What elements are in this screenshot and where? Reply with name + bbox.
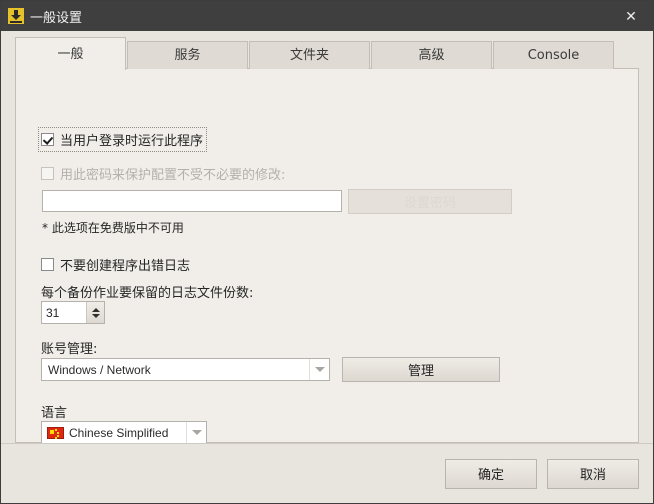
- run-at-logon-label[interactable]: 当用户登录时运行此程序: [60, 130, 203, 149]
- chevron-down-icon[interactable]: [309, 359, 329, 380]
- account-management-select[interactable]: Windows / Network: [41, 358, 330, 381]
- free-version-note: * 此选项在免费版中不可用: [42, 221, 184, 235]
- tab-panel-general: 当用户登录时运行此程序 用此密码来保护配置不受不必要的修改: 设置密码 * 此选…: [15, 68, 639, 444]
- no-error-log-checkbox[interactable]: [41, 258, 54, 271]
- stepper-up-icon[interactable]: [91, 307, 100, 312]
- no-error-log-row: 不要创建程序出错日志: [41, 255, 190, 274]
- app-download-icon: [8, 8, 24, 24]
- stepper-down-icon[interactable]: [91, 313, 100, 318]
- no-error-log-label[interactable]: 不要创建程序出错日志: [60, 255, 190, 274]
- tab-services[interactable]: 服务: [127, 41, 248, 69]
- tab-console[interactable]: Console: [493, 41, 614, 69]
- china-flag-icon: [47, 426, 64, 439]
- language-chevron-down-icon[interactable]: [186, 422, 206, 443]
- stepper-buttons[interactable]: [86, 302, 104, 323]
- log-files-kept-input[interactable]: [42, 302, 86, 323]
- protect-password-row: 用此密码来保护配置不受不必要的修改:: [41, 164, 285, 183]
- tab-folders[interactable]: 文件夹: [249, 41, 370, 69]
- language-select[interactable]: Chinese Simplified: [41, 421, 207, 444]
- settings-dialog-window: 一般设置 ✕ 一般 服务 文件夹 高级 Console 当用户登录时运行此程序: [0, 0, 654, 504]
- password-input[interactable]: [42, 190, 342, 212]
- language-label: 语言: [41, 406, 68, 421]
- close-icon[interactable]: ✕: [609, 1, 653, 31]
- set-password-button: 设置密码: [348, 189, 512, 214]
- run-at-logon-checkbox[interactable]: [41, 133, 54, 146]
- tab-general[interactable]: 一般: [15, 37, 126, 70]
- log-files-kept-stepper[interactable]: [41, 301, 105, 324]
- cancel-button[interactable]: 取消: [547, 458, 639, 489]
- tab-advanced[interactable]: 高级: [371, 41, 492, 69]
- protect-password-checkbox: [41, 167, 54, 180]
- window-title: 一般设置: [30, 10, 83, 26]
- log-files-kept-label: 每个备份作业要保留的日志文件份数:: [41, 286, 254, 301]
- dialog-body: 一般 服务 文件夹 高级 Console 当用户登录时运行此程序 用此密码来保护…: [1, 31, 653, 503]
- run-at-logon-focus-ring: 当用户登录时运行此程序: [38, 127, 208, 152]
- ok-button[interactable]: 确定: [445, 458, 537, 489]
- account-management-label: 账号管理:: [41, 342, 98, 357]
- dialog-button-bar: 确定 取消: [1, 443, 653, 503]
- tab-strip: 一般 服务 文件夹 高级 Console: [15, 37, 639, 70]
- run-at-logon-row: 当用户登录时运行此程序: [38, 127, 208, 152]
- manage-accounts-button[interactable]: 管理: [342, 357, 500, 382]
- title-bar: 一般设置 ✕: [1, 1, 653, 31]
- protect-password-label: 用此密码来保护配置不受不必要的修改:: [60, 168, 286, 183]
- account-management-selected-value: Windows / Network: [48, 362, 151, 377]
- language-selected-value: Chinese Simplified: [69, 425, 169, 440]
